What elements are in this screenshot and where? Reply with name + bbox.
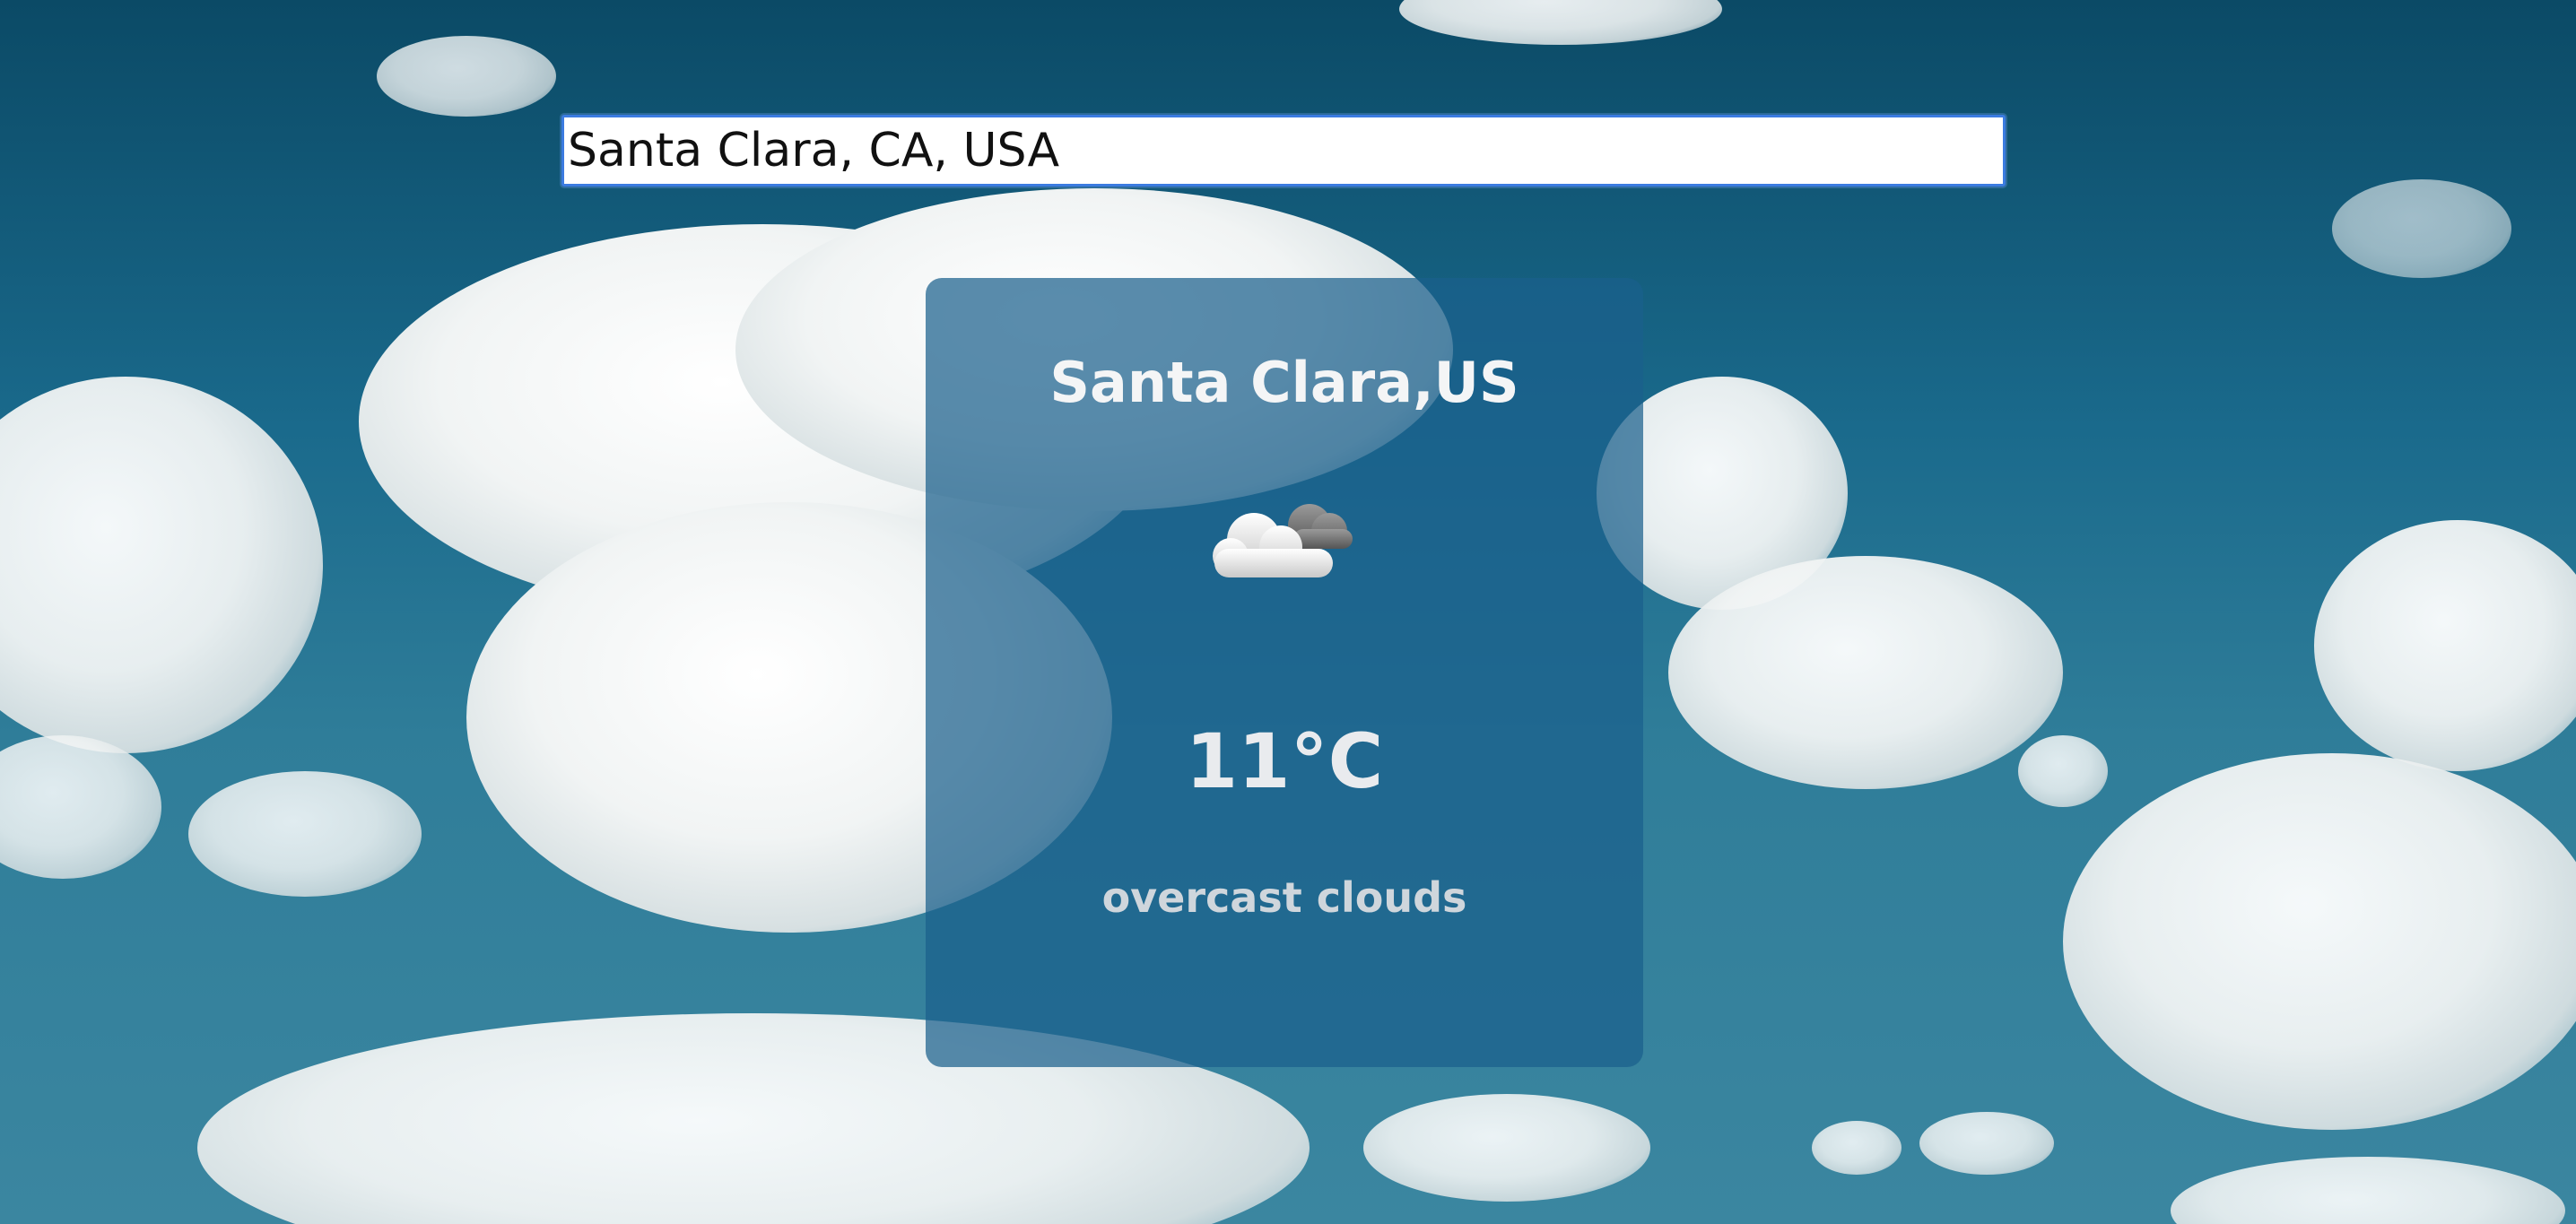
cloud-icon [1204,484,1365,592]
location-title: Santa Clara,US [1049,350,1519,415]
location-search-input[interactable] [561,115,2006,187]
weather-description: overcast clouds [1101,873,1467,922]
temperature-value: 11°C [1185,717,1384,805]
weather-card: Santa Clara,US 11°C overcast clouds [926,278,1643,1067]
